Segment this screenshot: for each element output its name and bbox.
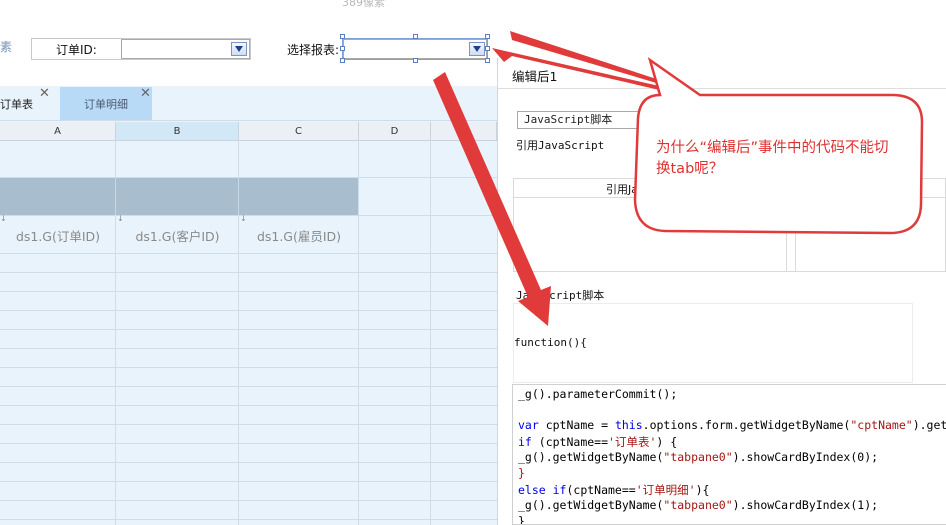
callout-question: 为什么“编辑后”事件中的代码不能切换tab呢？ [656,140,889,177]
pointer-arrow [433,72,551,326]
annotation-overlay [433,31,924,326]
